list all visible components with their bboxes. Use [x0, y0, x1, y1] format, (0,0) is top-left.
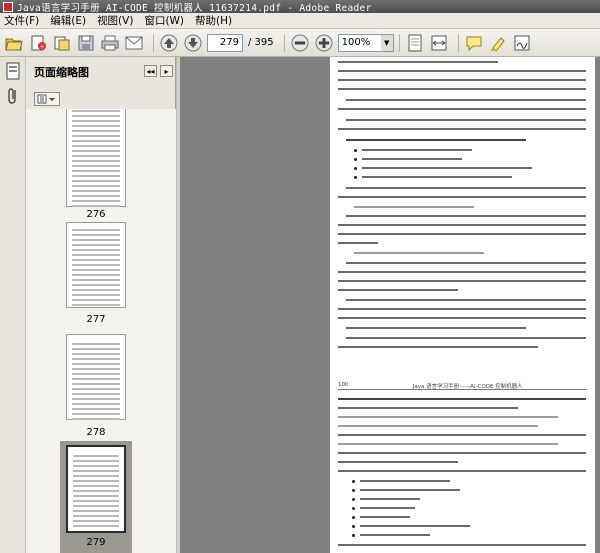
email-icon[interactable] [124, 33, 144, 53]
document-page-current: 100 Java 语言学习手册——AI-CODE 控制机器人 [330, 375, 595, 553]
sign-icon[interactable] [512, 33, 532, 53]
toolbar-separator [398, 33, 400, 52]
create-pdf-icon[interactable]: + [28, 33, 48, 53]
zoom-value: 100% [341, 37, 371, 48]
page-number: 100 [338, 382, 349, 388]
menu-file[interactable]: 文件(F) [4, 13, 39, 28]
page-thumbnails-tab-icon[interactable] [3, 60, 23, 82]
running-header: Java 语言学习手册——AI-CODE 控制机器人 [412, 384, 523, 390]
page-thumbnail-selected[interactable] [66, 445, 126, 533]
comment-icon[interactable] [464, 33, 484, 53]
menu-edit[interactable]: 编辑(E) [50, 13, 86, 28]
fit-width-icon[interactable] [429, 33, 449, 53]
thumbnail-label: 277 [86, 314, 106, 325]
panel-header: 页面缩略图 ◂◂ ▸ [26, 57, 175, 87]
next-page-icon[interactable] [183, 33, 203, 53]
fit-page-icon[interactable] [405, 33, 425, 53]
prev-page-icon[interactable] [159, 33, 179, 53]
svg-text:+: + [39, 43, 44, 50]
toolbar-separator [283, 33, 285, 52]
panel-options-button[interactable] [34, 92, 60, 106]
collapse-panel-button[interactable]: ◂◂ [144, 65, 157, 77]
page-thumbnail[interactable] [66, 222, 126, 308]
print-icon[interactable] [100, 33, 120, 53]
page-header: 100 Java 语言学习手册——AI-CODE 控制机器人 [338, 382, 587, 390]
menu-help[interactable]: 帮助(H) [195, 13, 232, 28]
zoom-select[interactable]: 100% ▼ [337, 33, 394, 52]
thumbnails-panel: 页面缩略图 ◂◂ ▸ 276 277 278 279 [26, 57, 176, 553]
thumbnail-label: 276 [86, 209, 106, 220]
page-thumbnail[interactable] [66, 109, 126, 207]
highlight-icon[interactable] [488, 33, 508, 53]
zoom-in-icon[interactable] [314, 33, 334, 53]
toolbar: + / 395 100% ▼ [0, 29, 600, 57]
window-title: Java语言学习手册 AI-CODE 控制机器人_11637214.pdf - … [17, 2, 372, 14]
page-number-input[interactable] [207, 33, 243, 52]
menu-window[interactable]: 窗口(W) [144, 13, 184, 28]
toolbar-separator [153, 33, 154, 52]
thumbnail-label: 279 [86, 537, 106, 548]
open-icon[interactable] [4, 33, 24, 53]
menu-view[interactable]: 视图(V) [97, 13, 133, 28]
title-bar: Java语言学习手册 AI-CODE 控制机器人_11637214.pdf - … [0, 0, 600, 14]
thumbnail-label: 278 [86, 427, 106, 438]
document-viewer[interactable]: 100 Java 语言学习手册——AI-CODE 控制机器人 [180, 57, 600, 553]
menu-bar: 文件(F) 编辑(E) 视图(V) 窗口(W) 帮助(H) [0, 13, 600, 29]
organize-icon[interactable] [52, 33, 72, 53]
panel-title: 页面缩略图 [34, 66, 89, 79]
close-panel-button[interactable]: ▸ [160, 65, 173, 77]
adobe-reader-icon [3, 1, 13, 12]
toolbar-separator [457, 33, 459, 52]
chevron-down-icon[interactable]: ▼ [380, 34, 393, 51]
save-icon[interactable] [76, 33, 96, 53]
document-page [330, 57, 595, 407]
thumbnail-list[interactable]: 276 277 278 279 [26, 109, 176, 553]
navigation-strip [0, 57, 26, 553]
zoom-out-icon[interactable] [290, 33, 310, 53]
page-total: / 395 [248, 37, 274, 48]
attachments-paperclip-icon[interactable] [3, 85, 23, 107]
page-thumbnail[interactable] [66, 334, 126, 420]
